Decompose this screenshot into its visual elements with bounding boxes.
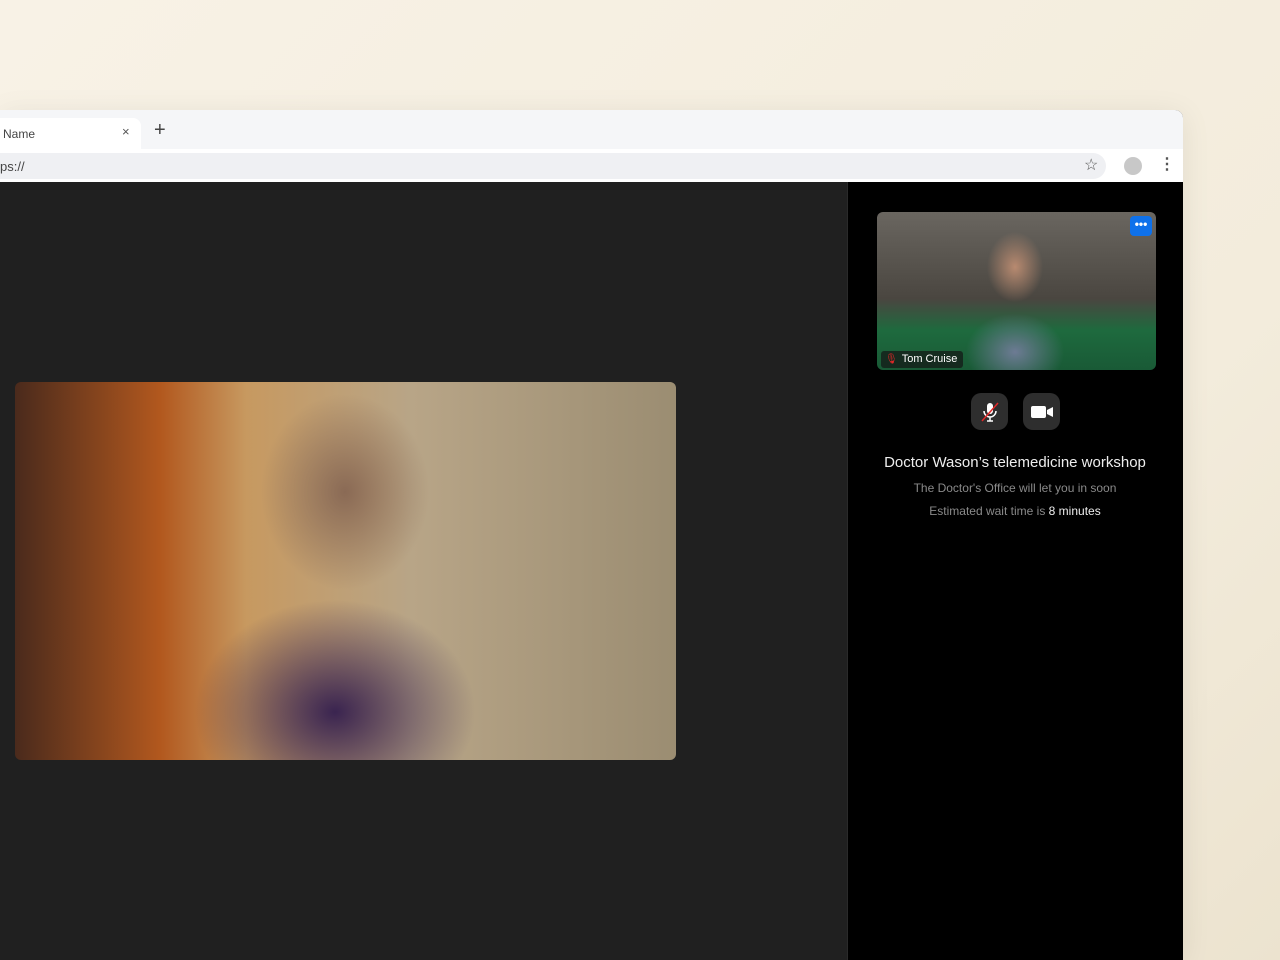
wait-value: 8 minutes — [1048, 504, 1101, 518]
browser-tab[interactable]: Name × — [0, 118, 141, 149]
browser-window: Name × + ps:// ☆ ⋮ ••• 🎙︎ Tom Cruise Doct… — [0, 110, 1183, 960]
more-options-icon[interactable]: ••• — [1130, 216, 1152, 236]
url-text: ps:// — [0, 159, 25, 174]
mic-muted-icon: 🎙︎ — [885, 354, 898, 365]
url-input[interactable]: ps:// — [0, 153, 1106, 179]
mute-button[interactable] — [971, 393, 1008, 430]
meeting-title: Doctor Wason’s telemedicine workshop — [884, 454, 1146, 471]
wait-prefix: Estimated wait time is — [929, 504, 1046, 518]
camera-button[interactable] — [1023, 393, 1060, 430]
new-tab-icon[interactable]: + — [154, 120, 166, 140]
profile-avatar[interactable] — [1124, 157, 1142, 175]
doctor-video — [15, 382, 676, 760]
participant-name: Tom Cruise — [901, 353, 958, 365]
tab-bar: Name × + — [0, 110, 1183, 149]
self-video: ••• 🎙︎ Tom Cruise — [877, 212, 1156, 370]
close-tab-icon[interactable]: × — [122, 124, 130, 139]
bookmark-star-icon[interactable]: ☆ — [1084, 155, 1098, 175]
participant-name-tag: 🎙︎ Tom Cruise — [881, 351, 964, 368]
wait-time: Estimated wait time is 8 minutes — [848, 504, 1182, 518]
waiting-message: The Doctor's Office will let you in soon — [913, 481, 1117, 495]
address-bar-row: ps:// ☆ ⋮ — [0, 149, 1183, 182]
video-camera-icon — [1030, 405, 1053, 418]
waiting-room-panel: ••• 🎙︎ Tom Cruise Doctor Wason’s telemedi… — [847, 182, 1183, 960]
kebab-menu-icon[interactable]: ⋮ — [1159, 154, 1175, 174]
main-stage — [0, 182, 847, 960]
mic-muted-icon — [980, 402, 999, 422]
tab-title: Name — [3, 127, 36, 141]
